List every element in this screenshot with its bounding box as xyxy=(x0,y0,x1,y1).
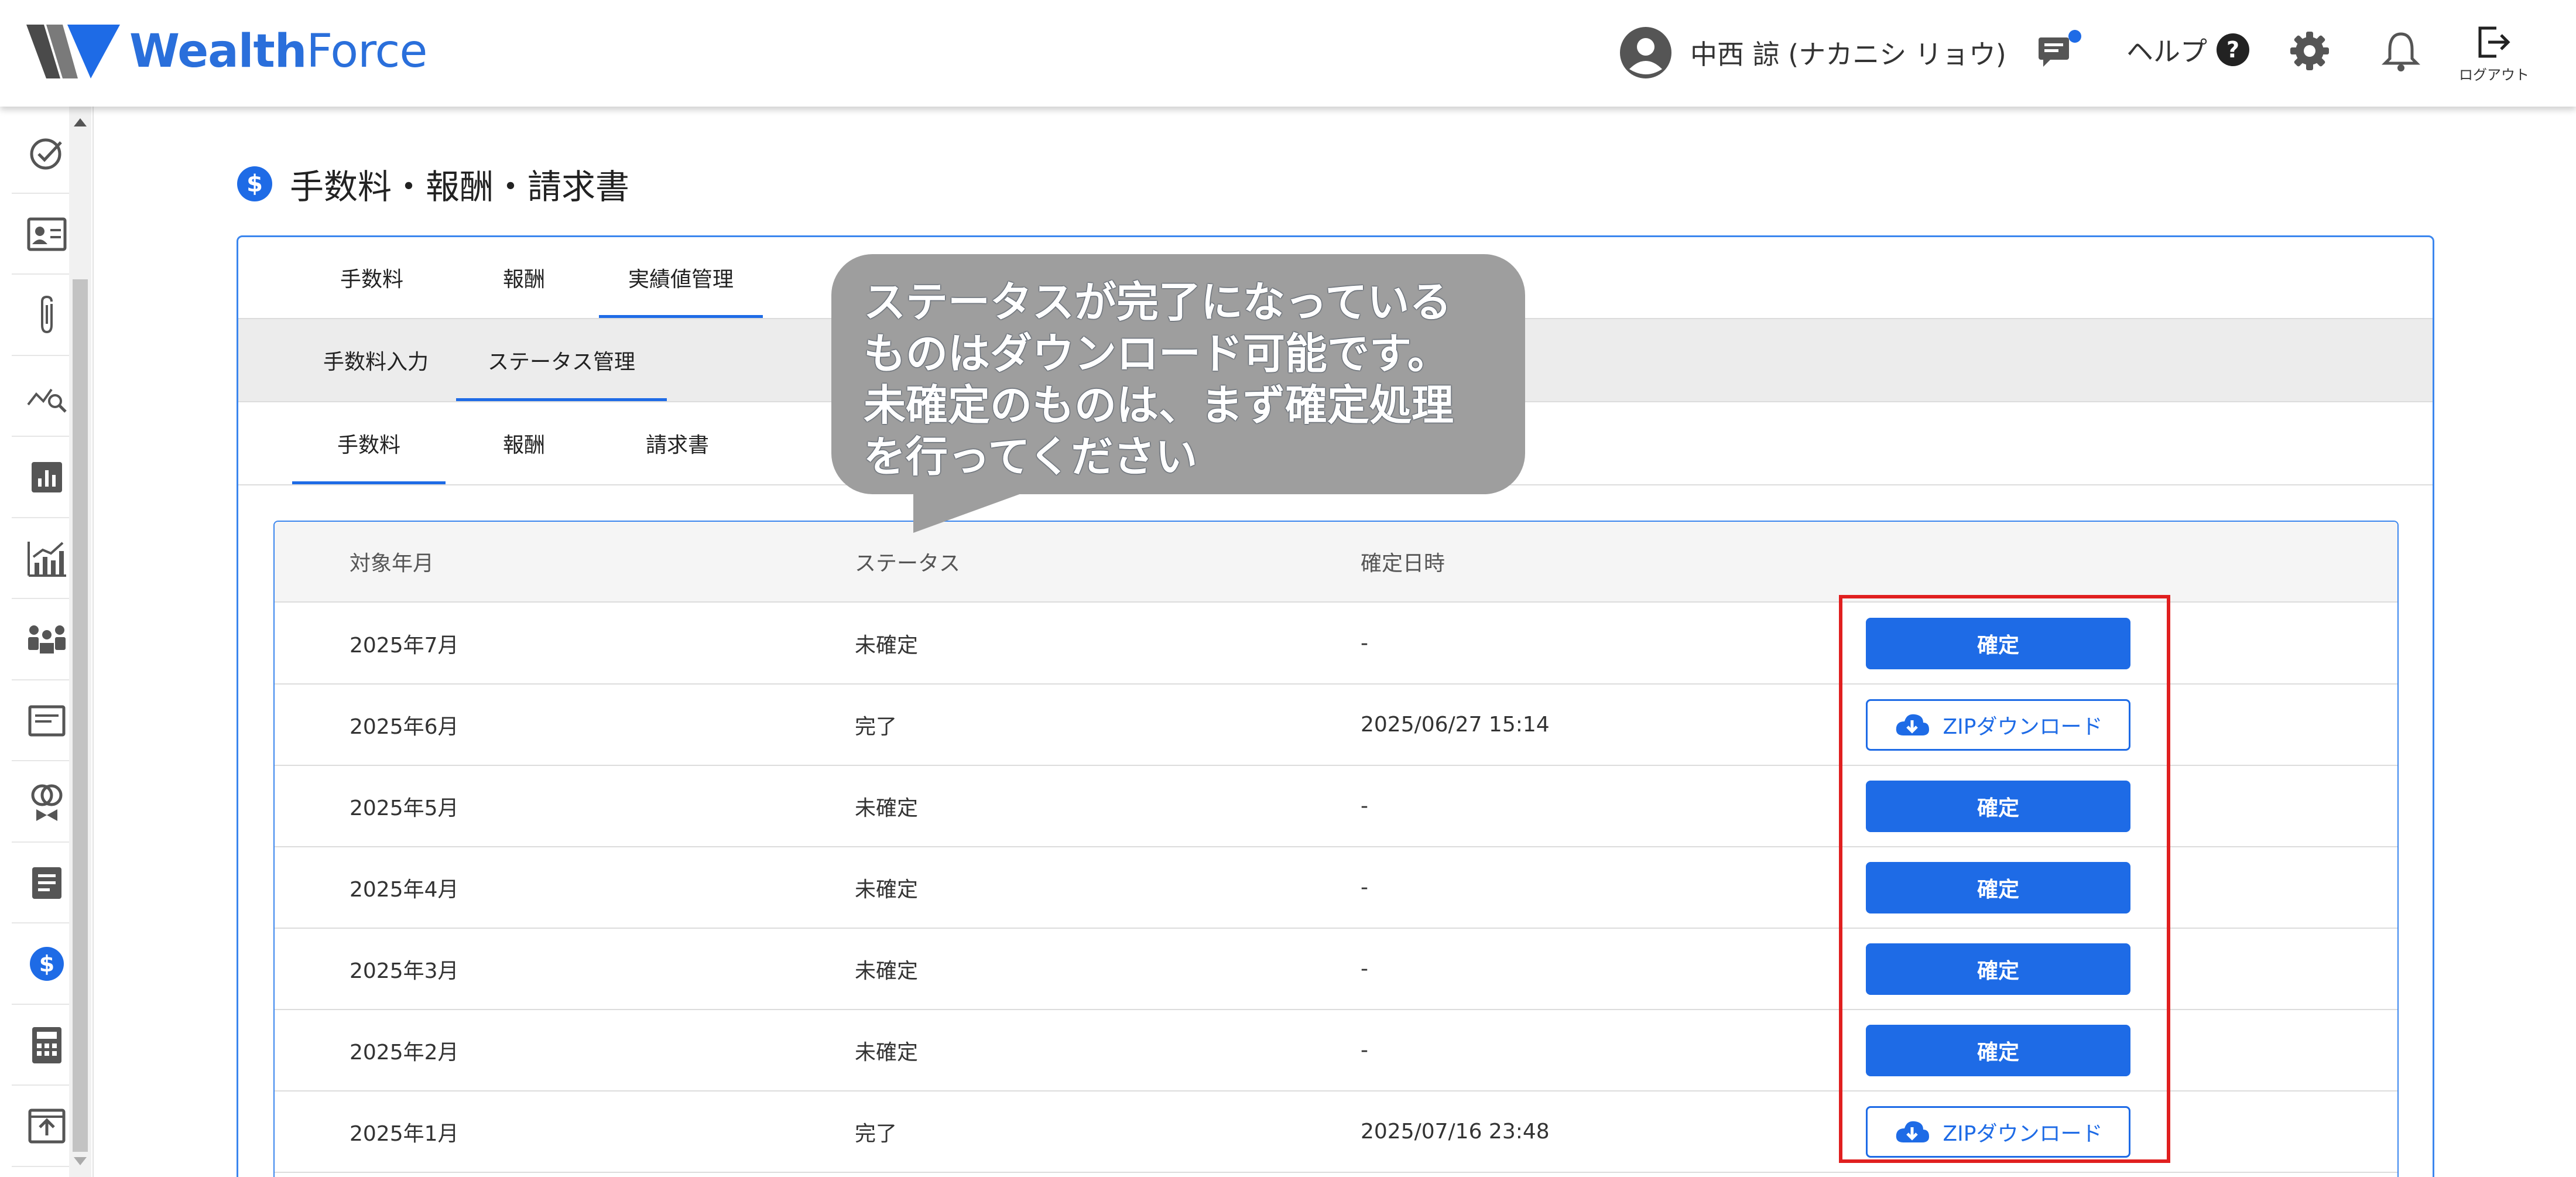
document-card-icon xyxy=(28,705,66,737)
gear-icon xyxy=(2290,32,2329,70)
callout-line: 未確定のものは、まず確定処理 xyxy=(864,381,1454,430)
cell-month: 2025年4月 xyxy=(350,877,459,902)
cell-confirmed-at: - xyxy=(1361,957,1368,981)
upload-screen-icon xyxy=(28,1108,66,1144)
dollar-circle-icon: $ xyxy=(237,166,272,201)
cell-month: 2025年2月 xyxy=(350,1040,459,1065)
callout-line: を行ってください xyxy=(864,432,1198,481)
action-column-highlight xyxy=(1839,595,2170,1163)
app-header: WealthForce 中西 諒 (ナカニシ リョウ) ヘルプ ? ログアウト xyxy=(0,0,2576,107)
table-header: 対象年月 ステータス 確定日時 xyxy=(275,522,2397,603)
tab-performance[interactable]: 実績値管理 xyxy=(599,237,763,318)
tab-rewards-sub[interactable]: 報酬 xyxy=(470,402,578,484)
svg-text:?: ? xyxy=(2226,37,2239,63)
scrollbar-thumb[interactable] xyxy=(73,279,88,1152)
logout-icon xyxy=(2478,26,2510,58)
logo-mark-icon xyxy=(26,25,120,78)
scroll-up-arrow-icon[interactable] xyxy=(74,118,87,126)
header-target-month: 対象年月 xyxy=(350,552,434,576)
tab-fees-sub[interactable]: 手数料 xyxy=(292,402,446,484)
cell-status: 完了 xyxy=(855,714,898,739)
cell-confirmed-at: - xyxy=(1361,1038,1368,1062)
help-label: ヘルプ xyxy=(2126,36,2207,67)
user-menu[interactable]: 中西 諒 (ナカニシ リョウ) xyxy=(1619,26,2006,80)
header-status: ステータス xyxy=(855,552,961,576)
bell-icon xyxy=(2382,32,2420,71)
sidebar: $ xyxy=(0,107,94,1177)
callout-line: ステータスが完了になっている xyxy=(864,278,1452,327)
cell-month: 2025年7月 xyxy=(350,633,459,658)
check-circle-icon xyxy=(30,138,62,170)
wealthforce-logo[interactable]: WealthForce xyxy=(26,25,427,78)
callout-pointer xyxy=(913,486,1042,533)
svg-text:$: $ xyxy=(39,951,54,977)
cell-status: 未確定 xyxy=(855,633,919,658)
scroll-down-arrow-icon[interactable] xyxy=(74,1157,87,1165)
cell-status: 未確定 xyxy=(855,877,919,902)
cell-confirmed-at: - xyxy=(1361,631,1368,655)
logout-button[interactable]: ログアウト xyxy=(2459,23,2529,84)
header-confirmed-at: 確定日時 xyxy=(1361,552,1445,576)
rings-icon xyxy=(31,784,63,822)
cell-status: 未確定 xyxy=(855,796,919,820)
page-header: $ 手数料・報酬・請求書 xyxy=(237,159,629,208)
cell-status: 未確定 xyxy=(855,959,919,983)
user-avatar-icon xyxy=(1620,27,1671,78)
cell-status: 完了 xyxy=(855,1121,898,1146)
chat-icon xyxy=(2039,30,2081,67)
user-name: 中西 諒 (ナカニシ リョウ) xyxy=(1690,39,2006,70)
cell-confirmed-at: - xyxy=(1361,875,1368,899)
notes-icon xyxy=(32,867,61,899)
cell-month: 2025年6月 xyxy=(350,714,459,739)
logout-label: ログアウト xyxy=(2459,67,2529,83)
cell-month: 2025年5月 xyxy=(350,796,459,820)
cell-confirmed-at: - xyxy=(1361,794,1368,818)
messages-button[interactable] xyxy=(2036,29,2083,74)
contact-card-icon xyxy=(27,217,67,251)
notifications-button[interactable] xyxy=(2382,30,2420,73)
tab-fees[interactable]: 手数料 xyxy=(317,237,426,318)
settings-button[interactable] xyxy=(2289,30,2330,71)
meeting-icon xyxy=(28,625,66,654)
tab-fee-input[interactable]: 手数料入力 xyxy=(291,319,461,401)
tab-rewards[interactable]: 報酬 xyxy=(470,237,578,318)
question-circle-icon: ? xyxy=(2217,33,2249,66)
app-name: WealthForce xyxy=(129,25,427,78)
callout-bubble: ステータスが完了になっている ものはダウンロード可能です。 未確定のものは、まず… xyxy=(831,254,1525,494)
cell-month: 2025年1月 xyxy=(350,1121,459,1146)
cell-status: 未確定 xyxy=(855,1040,919,1065)
cell-confirmed-at: 2025/07/16 23:48 xyxy=(1361,1120,1550,1144)
sidebar-scrollbar[interactable] xyxy=(69,107,91,1177)
page-title: 手数料・報酬・請求書 xyxy=(290,167,630,207)
help-button[interactable]: ヘルプ ? xyxy=(2126,30,2250,69)
chart-search-icon xyxy=(27,388,67,413)
cell-month: 2025年3月 xyxy=(350,959,459,983)
callout-line: ものはダウンロード可能です。 xyxy=(864,329,1450,378)
bar-chart-icon xyxy=(32,462,62,493)
tab-invoices-sub[interactable]: 請求書 xyxy=(619,402,736,484)
paperclip-icon xyxy=(41,296,53,334)
dollar-circle-icon: $ xyxy=(30,947,64,981)
calculator-icon xyxy=(32,1027,61,1063)
cell-confirmed-at: 2025/06/27 15:14 xyxy=(1361,713,1550,737)
growth-chart-icon xyxy=(28,541,66,577)
tab-status-management[interactable]: ステータス管理 xyxy=(456,319,667,401)
